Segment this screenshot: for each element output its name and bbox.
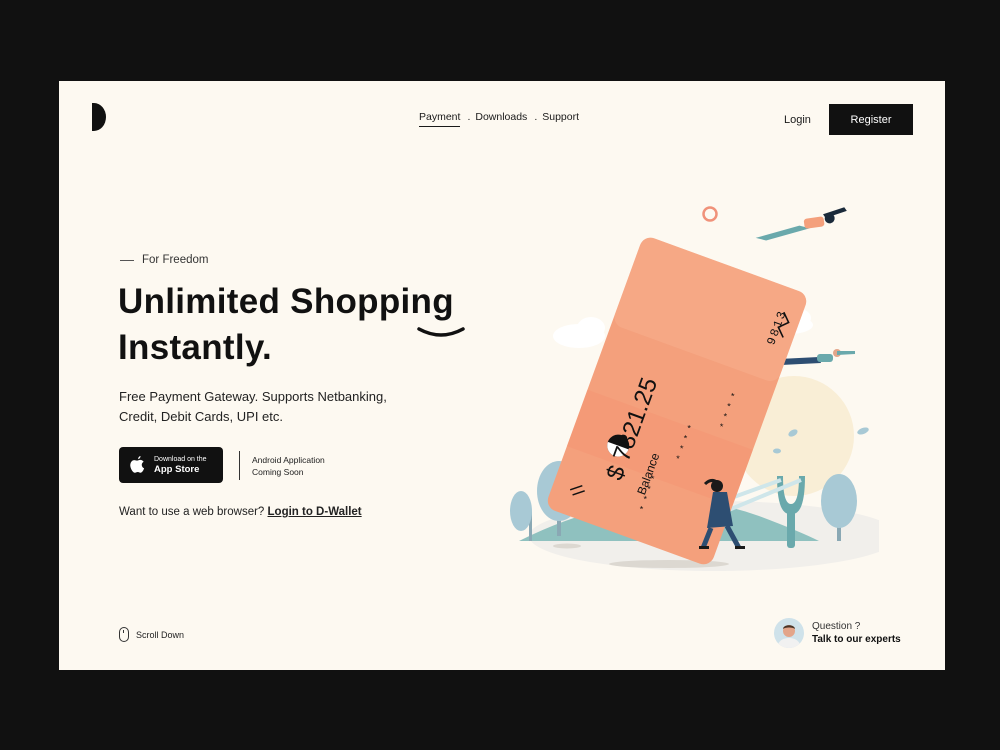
android-note: Android Application Coming Soon xyxy=(252,454,325,478)
leaf-icon xyxy=(857,427,869,435)
nav-item-payment[interactable]: Payment xyxy=(419,111,461,127)
eyebrow-dash xyxy=(120,259,134,261)
login-link[interactable]: Login xyxy=(784,114,811,126)
eyebrow-text: For Freedom xyxy=(142,254,209,266)
nav-separator: . xyxy=(534,111,538,123)
nav-item-support[interactable]: Support xyxy=(542,111,579,123)
vertical-divider xyxy=(239,451,240,480)
apple-icon xyxy=(130,456,145,473)
logo-mark-icon[interactable] xyxy=(92,103,106,131)
app-store-button[interactable]: Download on the App Store xyxy=(119,447,223,483)
flying-person xyxy=(779,349,855,365)
hero-subtitle: Free Payment Gateway. Supports Netbankin… xyxy=(119,389,387,424)
browser-prompt-text: Want to use a web browser? xyxy=(119,506,265,518)
smile-underline-icon xyxy=(417,327,465,337)
main-nav: Payment . Downloads . Support xyxy=(419,111,579,127)
browser-prompt: Want to use a web browser? Login to D-Wa… xyxy=(119,506,362,518)
login-dwallet-link[interactable]: Login to D-Wallet xyxy=(268,506,362,518)
expert-question: Question ? xyxy=(812,620,861,632)
android-line-1: Android Application xyxy=(252,455,325,465)
ring-icon xyxy=(702,206,718,222)
android-line-2: Coming Soon xyxy=(252,467,304,477)
headline-line-2: Instantly. xyxy=(118,328,273,367)
mouse-icon xyxy=(119,627,129,642)
credit-card-illustration: 9813 * * * * * * * * * * * * $ 7821.25 B… xyxy=(510,206,879,571)
eyebrow: For Freedom xyxy=(120,254,208,266)
talk-to-experts[interactable]: Question ? Talk to our experts xyxy=(774,618,901,648)
register-button[interactable]: Register xyxy=(829,104,913,135)
cloud xyxy=(553,317,605,348)
flying-person xyxy=(755,207,847,241)
app-store-line-1: Download on the xyxy=(154,455,207,463)
hero-headline: Unlimited Shopping Instantly. xyxy=(118,279,454,371)
headline-line-1: Unlimited Shopping xyxy=(118,282,454,321)
scroll-down-label: Scroll Down xyxy=(136,629,185,640)
app-store-text: Download on the App Store xyxy=(154,455,207,476)
landing-page: Payment . Downloads . Support Login Regi… xyxy=(59,81,945,670)
shadow-shape xyxy=(553,543,581,549)
app-store-line-2: App Store xyxy=(154,463,200,475)
expert-cta: Talk to our experts xyxy=(812,633,901,645)
scroll-down[interactable]: Scroll Down xyxy=(119,627,184,642)
nav-item-downloads[interactable]: Downloads xyxy=(475,111,527,123)
nav-separator: . xyxy=(467,111,471,123)
leaf-icon xyxy=(773,448,781,454)
expert-avatar xyxy=(774,618,804,648)
expert-text: Question ? Talk to our experts xyxy=(812,620,901,647)
